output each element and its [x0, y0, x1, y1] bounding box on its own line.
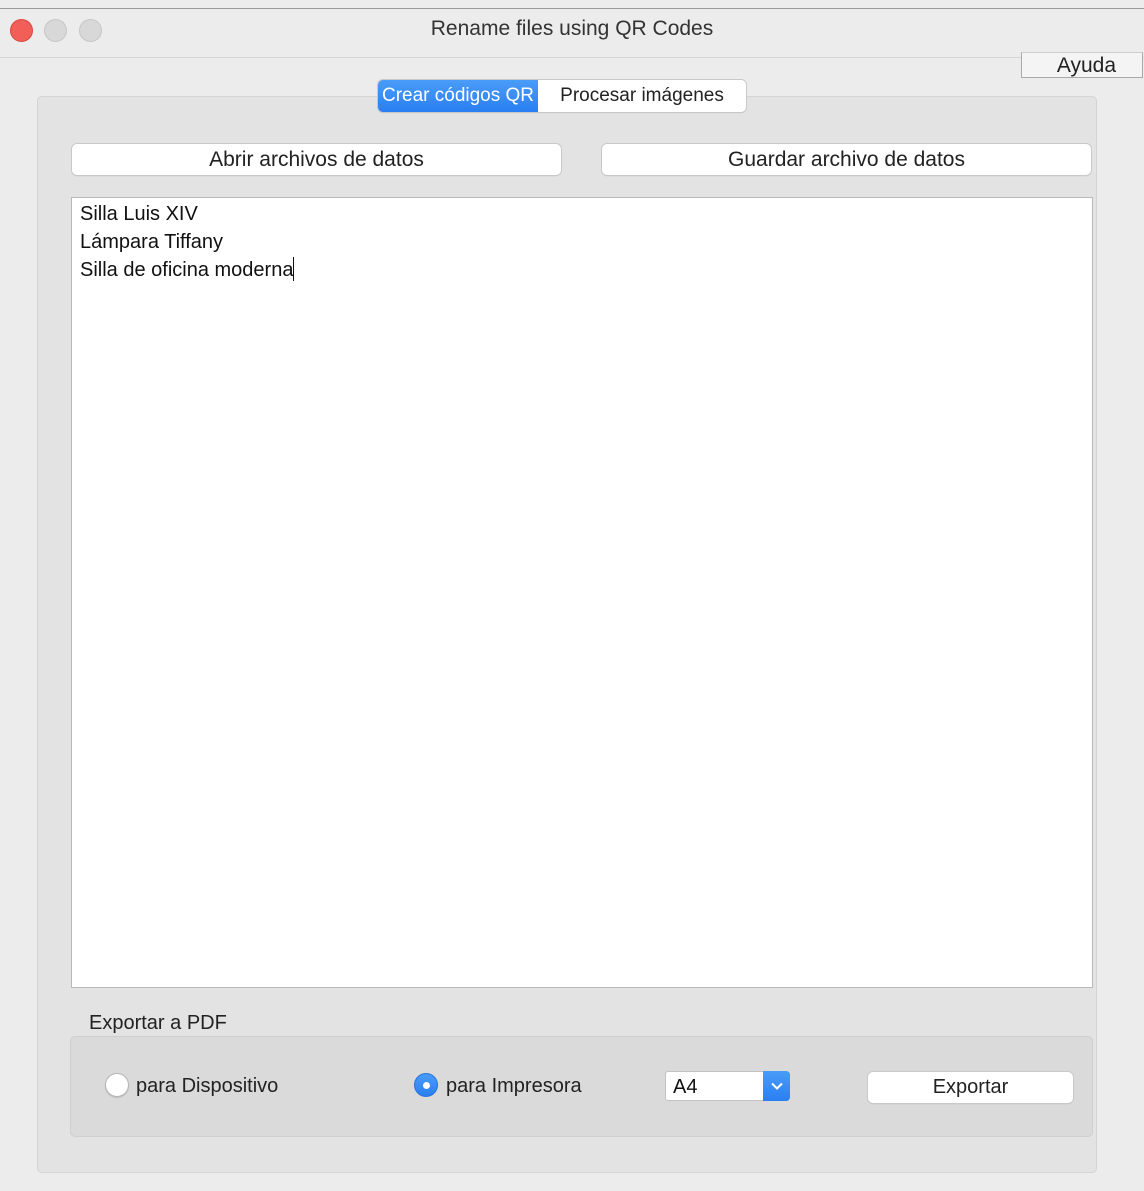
window-title: Rename files using QR Codes	[430, 17, 714, 40]
export-section-label: Exportar a PDF	[89, 1012, 227, 1034]
open-data-files-button[interactable]: Abrir archivos de datos	[72, 144, 561, 175]
editor-line-current: Silla de oficina moderna	[80, 256, 1084, 284]
device-radio-label[interactable]: para Dispositivo	[136, 1075, 278, 1098]
paper-size-value: A4	[673, 1076, 698, 1098]
printer-radio-label[interactable]: para Impresora	[446, 1075, 582, 1098]
text-caret	[293, 257, 295, 281]
paper-size-select[interactable]: A4	[665, 1071, 790, 1101]
title-bar-top-rule	[0, 8, 1144, 9]
tab-bar: Crear códigos QR Procesar imágenes	[378, 80, 746, 112]
title-bar: Rename files using QR Codes	[0, 0, 1144, 58]
chevron-down-icon[interactable]	[763, 1071, 790, 1101]
app-window: Rename files using QR Codes Ayuda Crear …	[0, 0, 1144, 1191]
printer-radio-button[interactable]	[414, 1073, 438, 1097]
editor-line-text: Silla de oficina moderna	[80, 259, 294, 281]
title-bar-divider	[0, 57, 1144, 58]
data-text-editor[interactable]: Silla Luis XIV Lámpara Tiffany Silla de …	[71, 197, 1093, 988]
editor-line: Lámpara Tiffany	[80, 231, 224, 253]
editor-line: Silla Luis XIV	[80, 203, 198, 225]
tab-process-images[interactable]: Procesar imágenes	[538, 80, 746, 112]
save-data-file-button[interactable]: Guardar archivo de datos	[602, 144, 1091, 175]
tab-create-qr-codes[interactable]: Crear códigos QR	[378, 80, 538, 112]
device-radio-button[interactable]	[105, 1073, 129, 1097]
export-button[interactable]: Exportar	[868, 1072, 1073, 1103]
help-button[interactable]: Ayuda	[1021, 52, 1143, 78]
